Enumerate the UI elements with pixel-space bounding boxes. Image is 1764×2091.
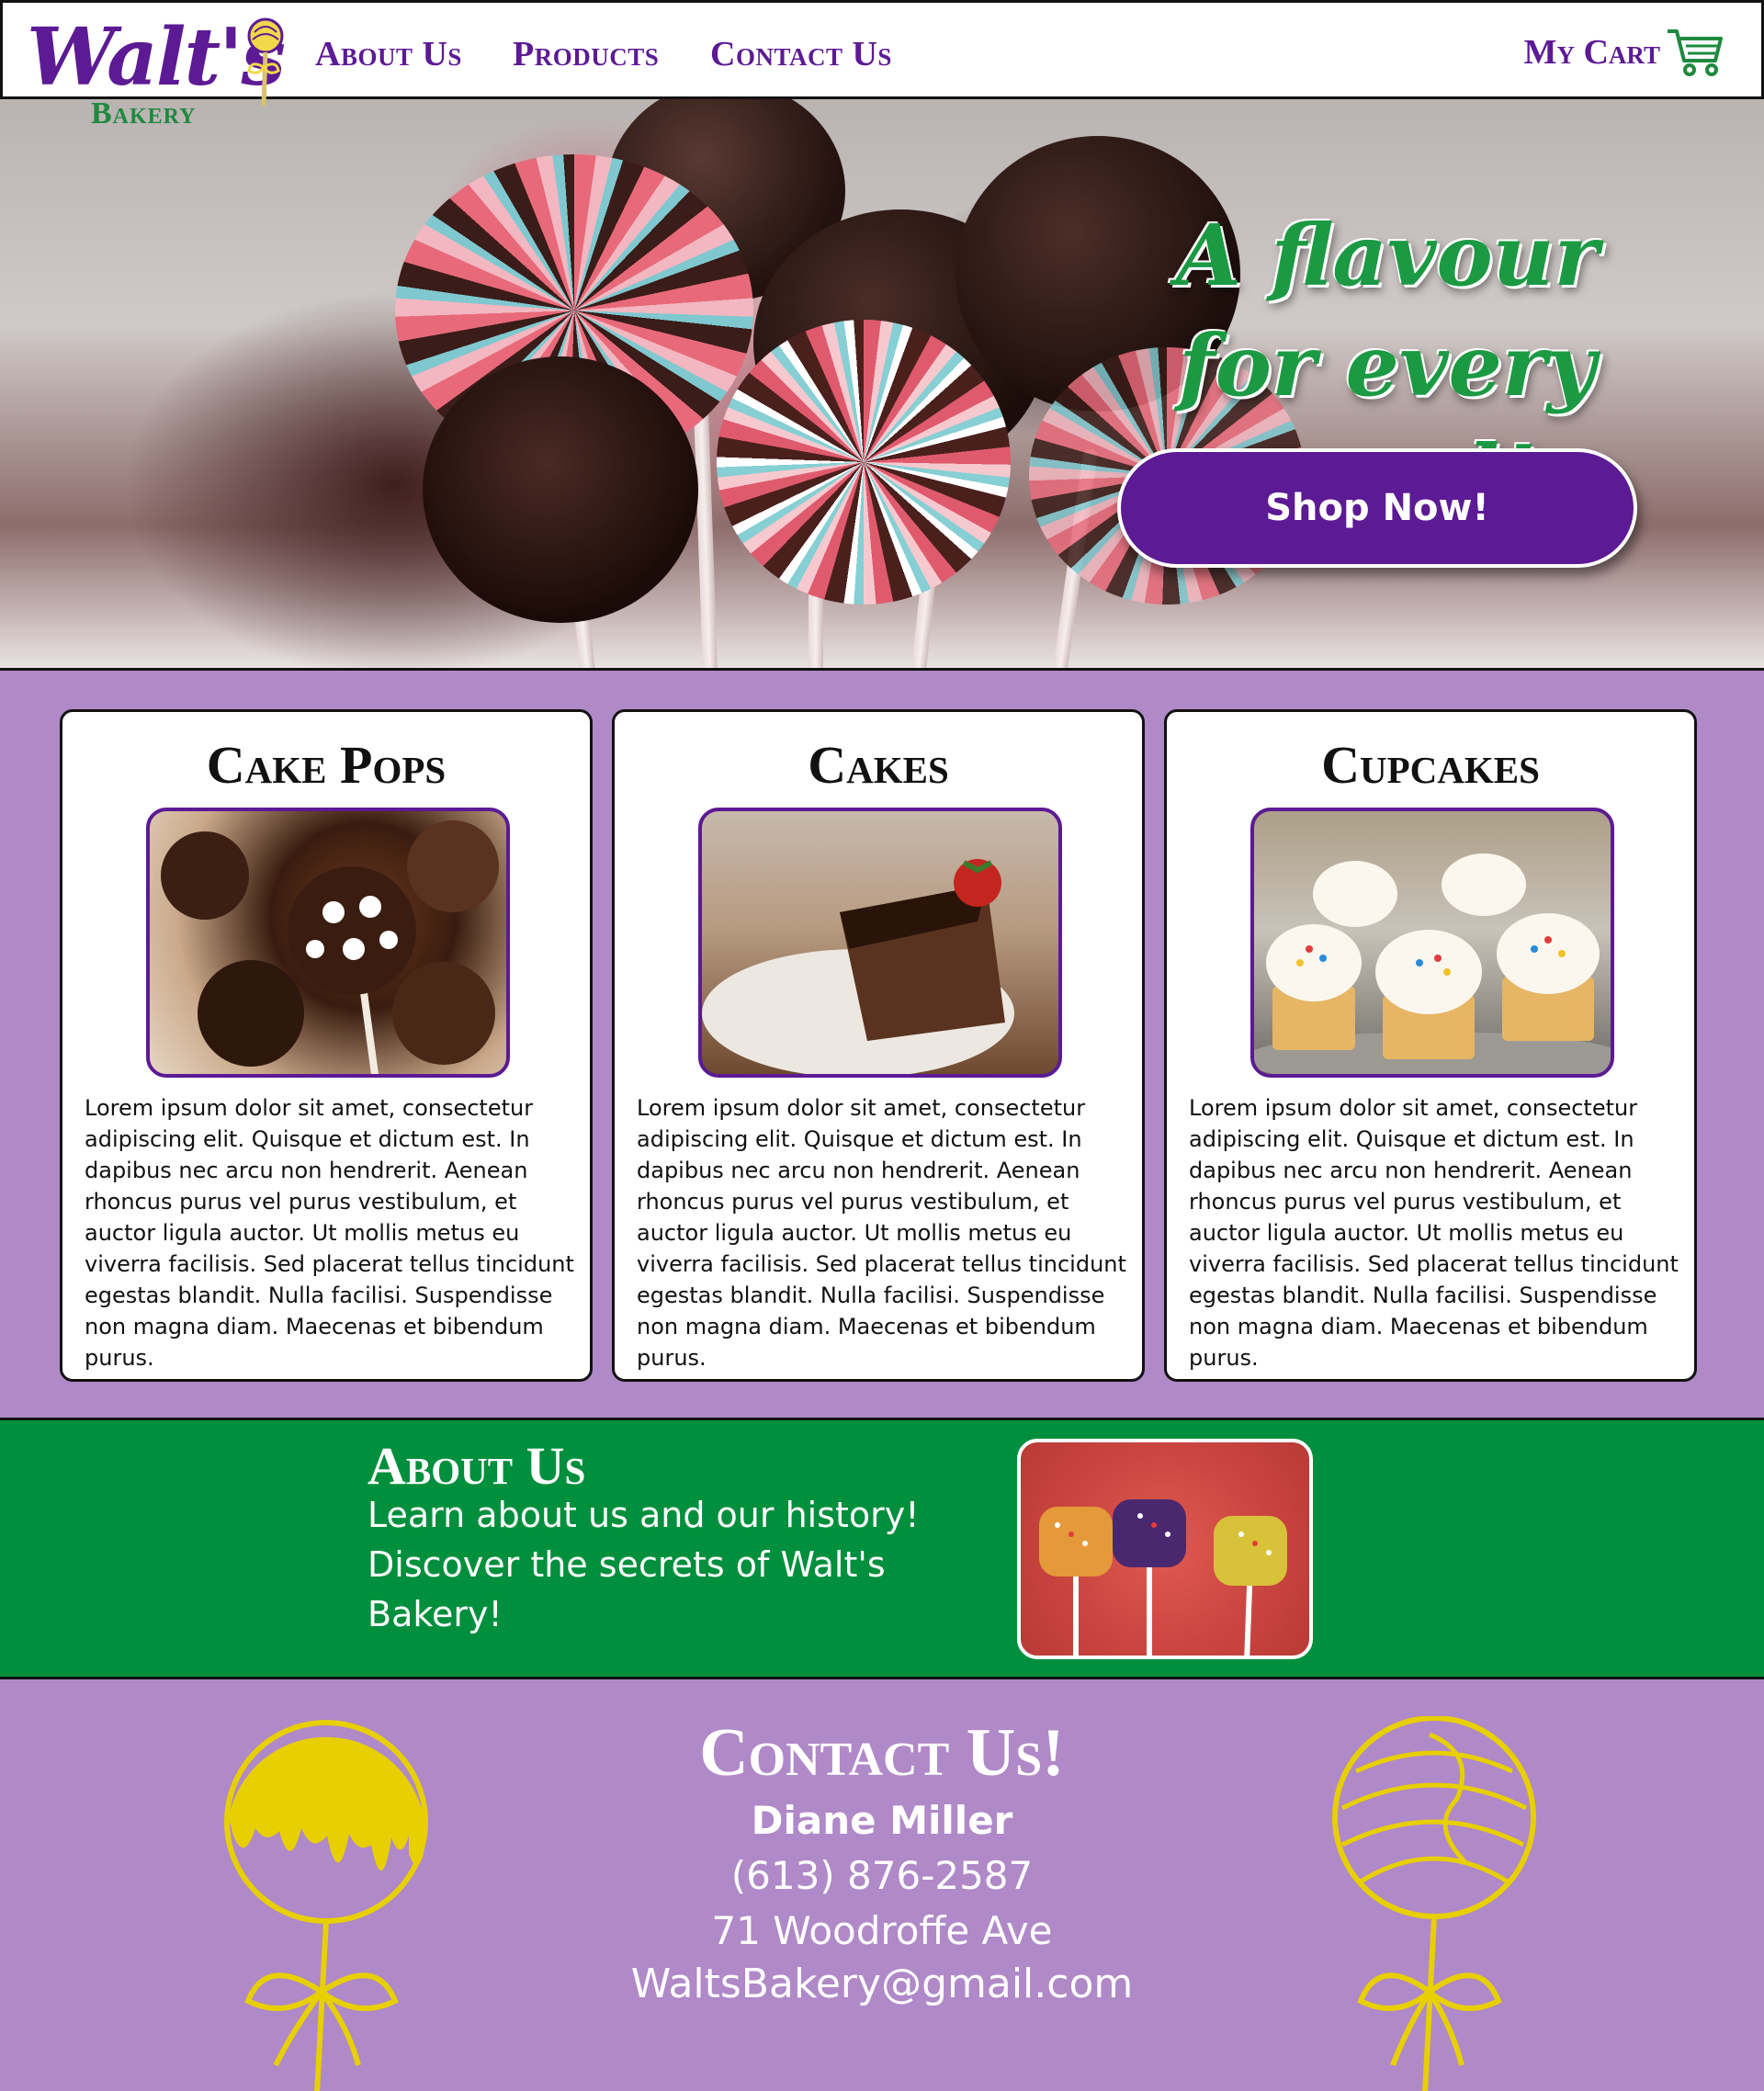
site-header: Walt's Bakery About Us Products Contact … (0, 0, 1764, 130)
shop-now-button[interactable]: Shop Now! (1117, 448, 1637, 568)
chocolate-cake-pop (423, 356, 698, 623)
brand-subtitle: Bakery (91, 96, 197, 130)
product-description: Lorem ipsum dolor sit amet, consectetur … (85, 1095, 574, 1371)
brand-logo[interactable]: Walt's Bakery (27, 10, 293, 130)
swirl-lollipop-icon (1332, 1716, 1536, 2091)
product-title: Cupcakes (1321, 735, 1540, 795)
my-cart-button[interactable]: My Cart (1524, 23, 1724, 82)
sprinkle-cake-pop (717, 320, 1011, 605)
product-description: Lorem ipsum dolor sit amet, consectetur … (1189, 1095, 1679, 1371)
cakes-image (698, 808, 1062, 1078)
product-title: Cakes (808, 735, 949, 795)
products-section: Cake Pops Lorem ipsum dolor sit amet, co… (0, 671, 1764, 1420)
about-section: About Us Learn about us and our history!… (0, 1420, 1764, 1679)
about-image (1017, 1439, 1313, 1659)
product-card-cakes[interactable]: Cakes Lorem ipsum dolor sit amet, consec… (612, 709, 1145, 1382)
cake-pops-image (146, 808, 510, 1078)
my-cart-label: My Cart (1523, 33, 1660, 72)
contact-section: Contact Us! Diane Miller (613) 876-2587 … (0, 1679, 1764, 2091)
product-card-cake-pops[interactable]: Cake Pops Lorem ipsum dolor sit amet, co… (60, 709, 593, 1382)
product-title: Cake Pops (206, 735, 447, 795)
about-title[interactable]: About Us (368, 1439, 585, 1494)
nav-contact-link[interactable]: Contact Us (710, 34, 892, 74)
nav-about-link[interactable]: About Us (315, 34, 462, 74)
product-description: Lorem ipsum dolor sit amet, consectetur … (637, 1095, 1126, 1371)
shopping-cart-icon (1668, 29, 1723, 76)
nav-products-link[interactable]: Products (513, 34, 659, 74)
lollipop-icon (247, 17, 284, 107)
about-description: Learn about us and our history! Discover… (368, 1495, 920, 1634)
product-card-cupcakes[interactable]: Cupcakes Lorem ipsum dolor sit amet, con… (1164, 709, 1697, 1382)
cupcakes-image (1250, 808, 1614, 1078)
hero-banner: A flavour for every mood! Shop Now! (0, 99, 1764, 671)
